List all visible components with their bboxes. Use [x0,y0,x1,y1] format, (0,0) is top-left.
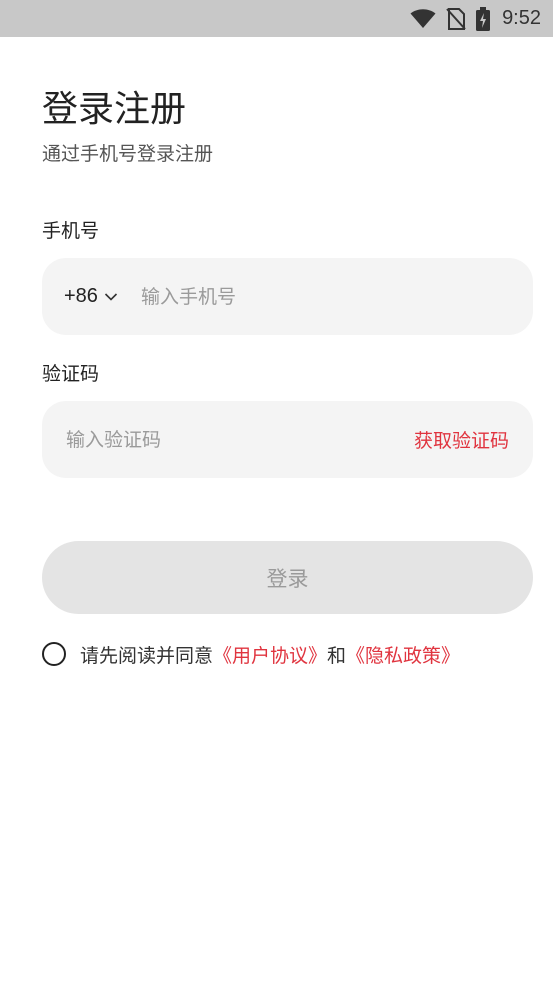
login-button[interactable]: 登录 [42,541,533,614]
status-icons: 9:52 [410,0,541,37]
user-agreement-link[interactable]: 《用户协议》 [213,645,327,667]
page-title: 登录注册 [42,89,187,130]
phone-field: +86 [42,258,533,335]
code-label: 验证码 [42,363,100,385]
privacy-policy-link[interactable]: 《隐私政策》 [346,645,460,667]
wifi-icon [410,8,436,29]
phone-input[interactable] [141,258,511,335]
phone-label: 手机号 [42,220,100,242]
country-code-selector[interactable]: +86 [64,258,118,335]
country-code-value: +86 [64,285,98,307]
agreement-checkbox[interactable] [42,642,66,666]
chevron-down-icon [104,285,118,308]
agreement-connector: 和 [327,644,347,667]
get-code-button[interactable]: 获取验证码 [414,401,509,478]
no-sim-icon [446,7,466,30]
battery-charging-icon [476,6,491,31]
agreement-text: 请先阅读并同意《用户协议》和《隐私政策》 [80,641,460,668]
status-time: 9:52 [502,7,541,29]
status-bar: 9:52 [0,0,553,37]
page-subtitle: 通过手机号登录注册 [42,143,214,165]
agreement-prefix: 请先阅读并同意 [80,644,214,667]
code-field: 获取验证码 [42,401,533,478]
code-input[interactable] [66,401,366,478]
agreement-row: 请先阅读并同意《用户协议》和《隐私政策》 [42,639,460,669]
